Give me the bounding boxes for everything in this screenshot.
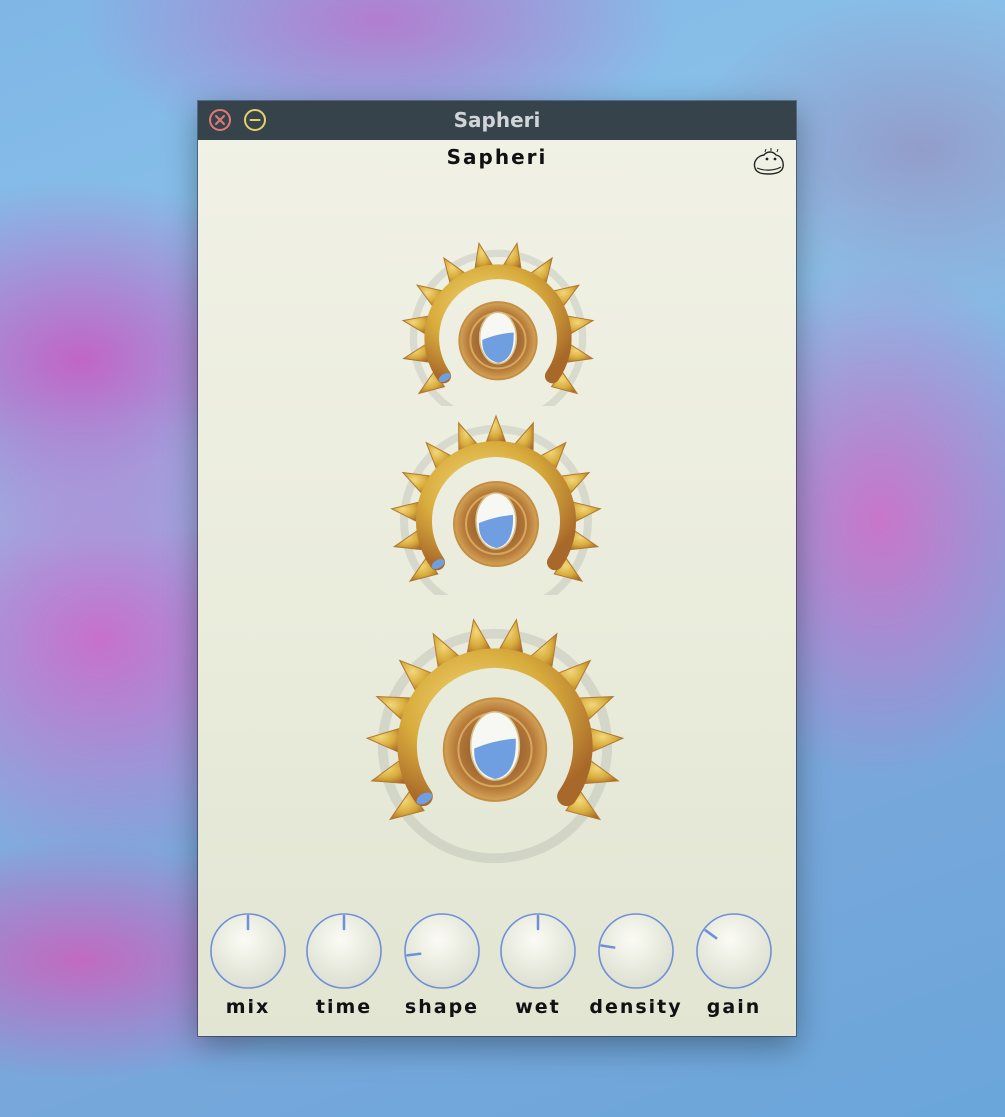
knob-mix[interactable]: mix xyxy=(208,911,288,1021)
knob-shape-dial[interactable] xyxy=(402,911,482,991)
bottom-gear-knob[interactable] xyxy=(360,611,630,901)
knob-gain-dial[interactable] xyxy=(694,911,774,991)
knob-label: gain xyxy=(706,996,762,1018)
knob-time[interactable]: time xyxy=(304,911,384,1021)
top-gear-knob[interactable] xyxy=(396,236,600,406)
window-title: Sapheri xyxy=(453,108,541,132)
knob-density[interactable]: density xyxy=(589,911,681,1021)
knob-density-dial[interactable] xyxy=(596,911,676,991)
middle-gear-knob[interactable] xyxy=(384,409,608,595)
knob-mix-dial[interactable] xyxy=(208,911,288,991)
plugin-window: Sapheri Sapheri mix time shape wet densi… xyxy=(198,101,796,1036)
knob-gain[interactable]: gain xyxy=(694,911,774,1021)
plugin-title: Sapheri xyxy=(446,145,548,169)
knob-wet-dial[interactable] xyxy=(498,911,578,991)
parameter-knobs: mix time shape wet density gain xyxy=(198,911,796,1021)
frog-logo-icon[interactable] xyxy=(750,146,786,178)
title-bar[interactable]: Sapheri xyxy=(198,101,796,140)
knob-wet[interactable]: wet xyxy=(498,911,578,1021)
knob-indicator xyxy=(406,952,422,957)
knob-time-dial[interactable] xyxy=(304,911,384,991)
knob-shape[interactable]: shape xyxy=(402,911,482,1021)
